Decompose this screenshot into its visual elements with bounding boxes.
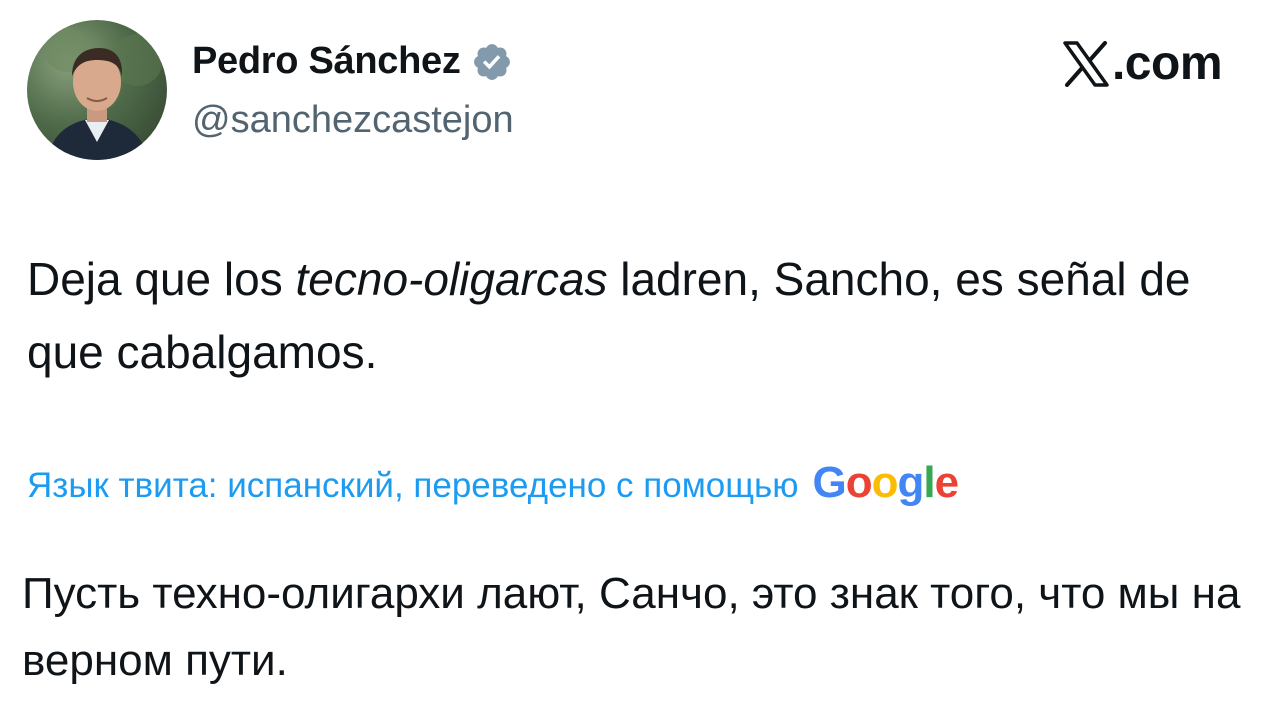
author-handle[interactable]: @sanchezcastejon (192, 99, 514, 142)
tweet-text-part1: Deja que los (27, 253, 296, 305)
tweet-text: Deja que los tecno-oligarcas ladren, San… (27, 243, 1247, 389)
google-logo: Google (812, 458, 960, 507)
translated-text: Пусть техно-олигархи лают, Санчо, это зн… (22, 569, 1241, 685)
author-display-name[interactable]: Pedro Sánchez (192, 40, 461, 83)
profile-photo (45, 28, 163, 160)
x-logo-icon (1062, 40, 1110, 87)
translation-label[interactable]: Язык твита: испанский, переведено с помо… (27, 466, 799, 506)
brand-domain-text: .com (1111, 37, 1223, 90)
tweet-text-italic: tecno-oligarcas (295, 253, 608, 305)
brand-logo: .com (1062, 36, 1223, 91)
avatar[interactable] (27, 20, 167, 160)
translation-attribution[interactable]: Язык твита: испанский, переведено с помо… (27, 458, 960, 508)
author-name-row: Pedro Sánchez (192, 40, 513, 83)
verified-badge-icon (471, 41, 513, 83)
